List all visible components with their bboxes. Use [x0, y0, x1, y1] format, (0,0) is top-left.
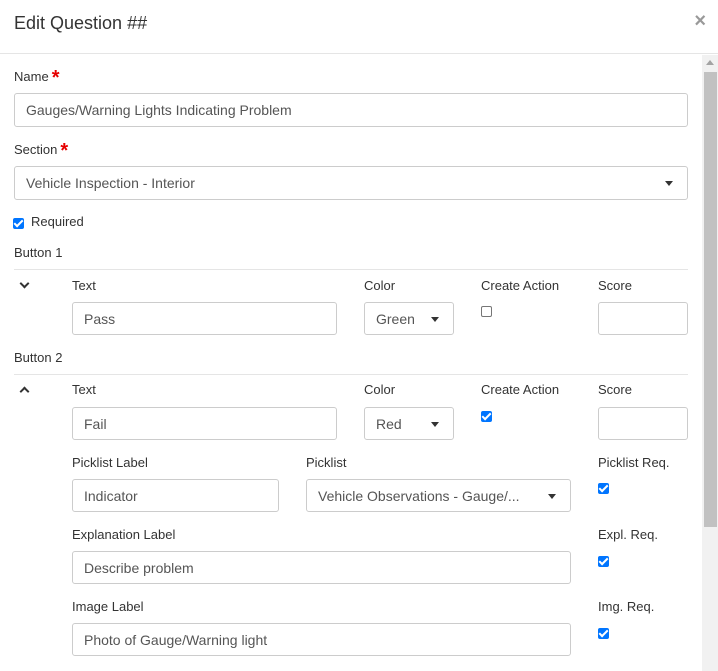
- chevron-down-icon[interactable]: [19, 278, 30, 289]
- img-req-checkbox[interactable]: [598, 628, 609, 639]
- divider: [14, 269, 688, 270]
- scrollbar[interactable]: [702, 55, 718, 671]
- picklist-label-input[interactable]: Indicator: [72, 479, 279, 512]
- name-input-value: Gauges/Warning Lights Indicating Problem: [26, 102, 292, 118]
- image-label-value: Photo of Gauge/Warning light: [84, 631, 268, 648]
- button2-create-action-label: Create Action: [481, 382, 560, 397]
- button2-heading: Button 2: [14, 350, 63, 365]
- picklist-label-value: Indicator: [84, 487, 138, 504]
- caret-down-icon: [665, 181, 673, 186]
- expl-req-checkbox[interactable]: [598, 556, 609, 567]
- section-select[interactable]: Vehicle Inspection - Interior: [14, 166, 688, 200]
- button2-create-action-checkbox[interactable]: [481, 411, 492, 422]
- caret-down-icon: [431, 421, 439, 427]
- button2-text-input[interactable]: Fail: [72, 407, 337, 440]
- scroll-up-arrow-icon[interactable]: [706, 60, 714, 65]
- button1-text-label: Text: [72, 278, 96, 293]
- modal-header: Edit Question ## ×: [0, 0, 718, 54]
- section-label-text: Section: [14, 142, 58, 157]
- name-label: Name *: [14, 68, 59, 88]
- button1-create-action-checkbox[interactable]: [481, 306, 492, 317]
- button2-color-label: Color: [364, 382, 396, 397]
- button2-color-select[interactable]: Red: [364, 407, 454, 440]
- explanation-label-label: Explanation Label: [72, 527, 176, 542]
- button2-text-label: Text: [72, 382, 96, 397]
- divider: [14, 374, 688, 375]
- button1-heading: Button 1: [14, 245, 63, 260]
- button1-create-action-label: Create Action: [481, 278, 560, 293]
- image-label-label: Image Label: [72, 599, 144, 614]
- caret-down-icon: [431, 316, 439, 322]
- picklist-req-label: Picklist Req.: [598, 455, 670, 470]
- button1-text-input[interactable]: Pass: [72, 302, 337, 335]
- section-label: Section *: [14, 141, 68, 161]
- required-asterisk-icon: *: [60, 140, 69, 162]
- button1-text-value: Pass: [84, 310, 116, 327]
- button2-score-label: Score: [598, 382, 632, 397]
- button2-color-value: Red: [376, 415, 402, 432]
- picklist-select-value: Vehicle Observations - Gauge/...: [318, 487, 520, 504]
- section-select-value: Vehicle Inspection - Interior: [26, 175, 195, 191]
- explanation-label-value: Describe problem: [84, 559, 194, 576]
- name-label-text: Name: [14, 69, 49, 84]
- explanation-label-input[interactable]: Describe problem: [72, 551, 571, 584]
- chevron-up-icon[interactable]: [19, 386, 30, 397]
- picklist-label-label: Picklist Label: [72, 455, 148, 470]
- required-checkbox[interactable]: [13, 218, 24, 229]
- picklist-req-checkbox[interactable]: [598, 483, 609, 494]
- button1-color-value: Green: [376, 310, 415, 327]
- button2-score-input[interactable]: [598, 407, 688, 440]
- button1-color-select[interactable]: Green: [364, 302, 454, 335]
- name-input[interactable]: Gauges/Warning Lights Indicating Problem: [14, 93, 688, 127]
- button1-score-input[interactable]: [598, 302, 688, 335]
- caret-down-icon: [548, 493, 556, 499]
- modal-title: Edit Question ##: [14, 13, 148, 33]
- required-asterisk-icon: *: [51, 67, 60, 89]
- button2-text-value: Fail: [84, 415, 107, 432]
- expl-req-label: Expl. Req.: [598, 527, 658, 542]
- button1-score-label: Score: [598, 278, 632, 293]
- img-req-label: Img. Req.: [598, 599, 655, 614]
- picklist-label: Picklist: [306, 455, 347, 470]
- required-label: Required: [31, 214, 84, 229]
- button1-color-label: Color: [364, 278, 396, 293]
- close-icon[interactable]: ×: [694, 10, 706, 32]
- scroll-thumb[interactable]: [704, 72, 717, 527]
- image-label-input[interactable]: Photo of Gauge/Warning light: [72, 623, 571, 656]
- picklist-select[interactable]: Vehicle Observations - Gauge/...: [306, 479, 571, 512]
